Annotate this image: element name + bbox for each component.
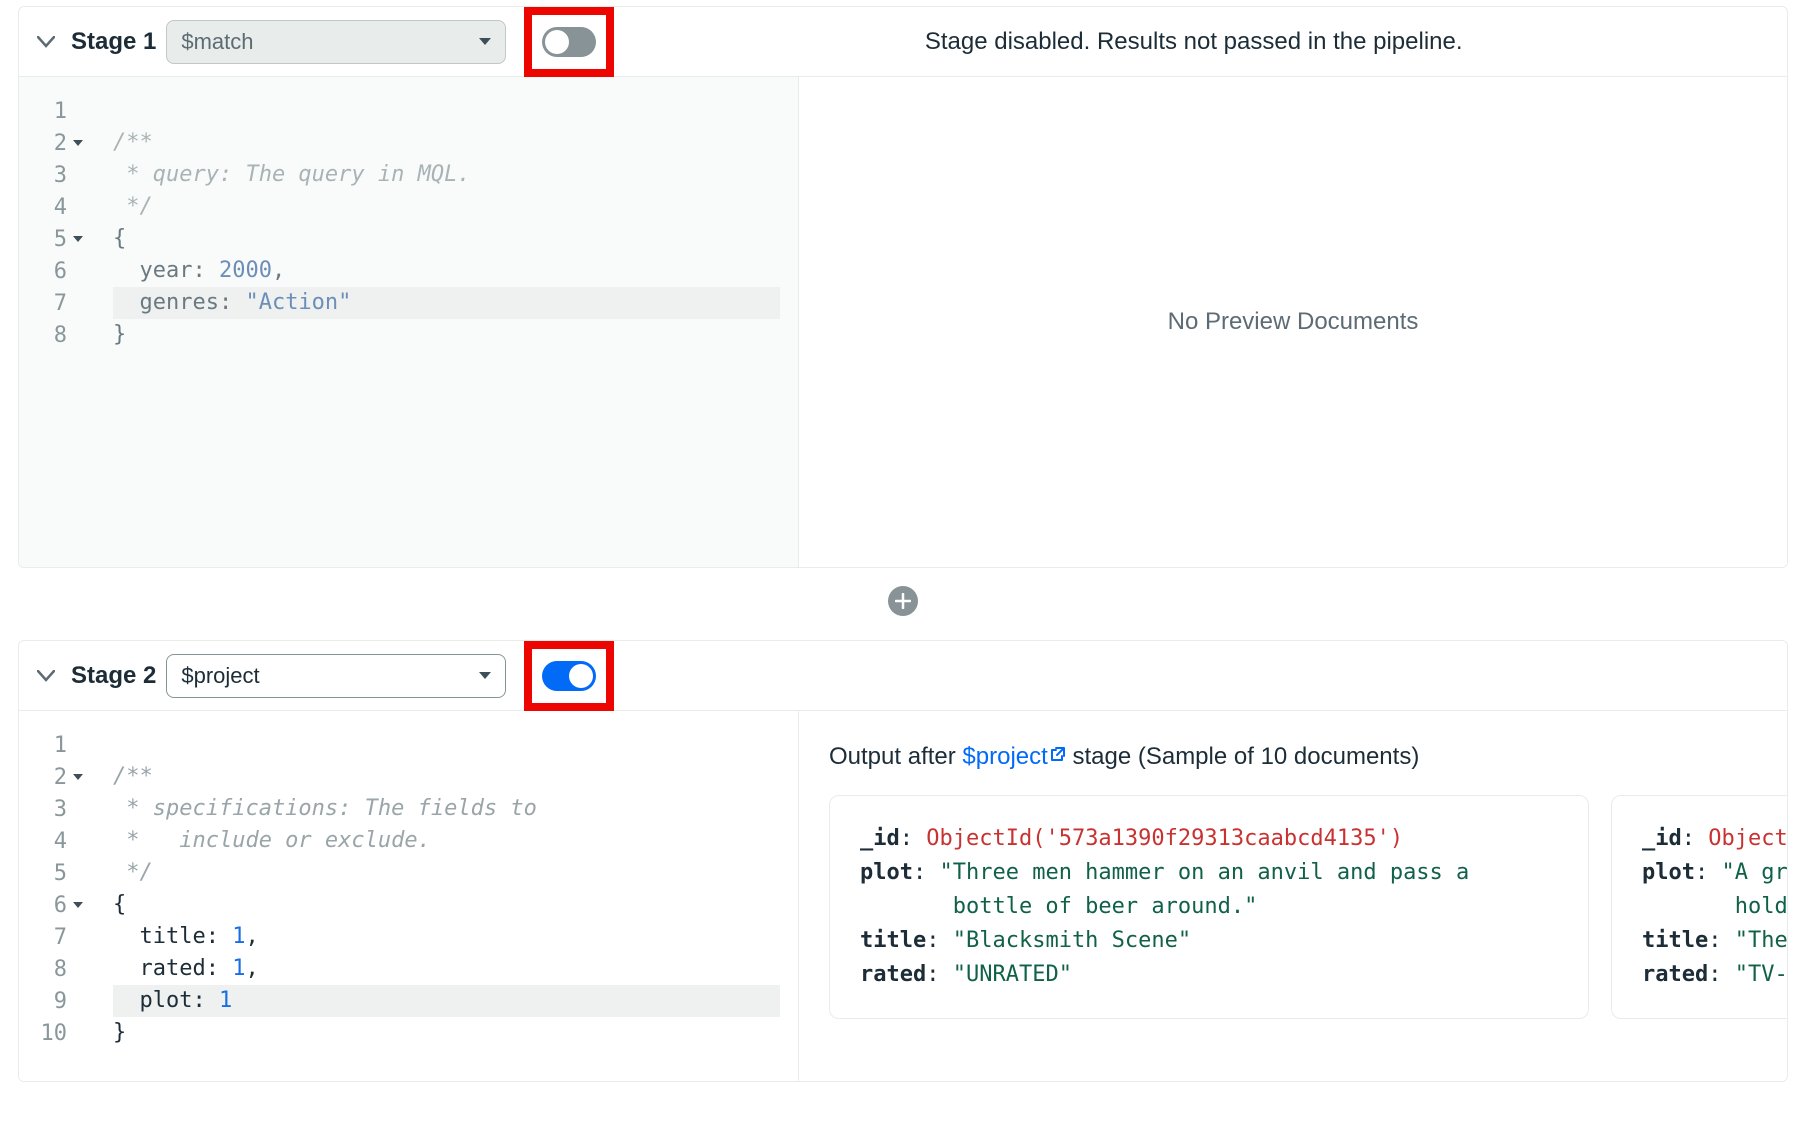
code-line: year: 2000,	[113, 255, 780, 287]
stage-1-operator-select[interactable]: $match	[166, 20, 506, 64]
code-line: * specifications: The fields to	[113, 793, 780, 825]
code-line: * include or exclude.	[113, 825, 780, 857]
line-number: 6	[19, 889, 89, 921]
stage-2-output: Output after $project stage (Sample of 1…	[799, 711, 1787, 1081]
toggle-knob	[569, 664, 593, 688]
line-number: 9	[19, 985, 89, 1017]
code-line: plot: 1	[113, 985, 780, 1017]
stage-2-gutter: 12345678910	[19, 711, 89, 1081]
code-line: {	[113, 223, 780, 255]
output-suffix: stage (Sample of 10 documents)	[1066, 743, 1420, 770]
caret-down-icon	[479, 38, 491, 45]
stage-2-operator-value: $project	[181, 663, 259, 689]
stage-1-toggle-highlight	[524, 7, 614, 77]
stage-2-label: Stage 2	[71, 662, 156, 690]
stage-2-card: Stage 2 $project 12345678910 /** * speci…	[18, 640, 1788, 1082]
code-line: }	[113, 1017, 780, 1049]
line-number: 7	[19, 287, 89, 319]
stage-1-gutter: 12345678	[19, 77, 89, 567]
no-preview-text: No Preview Documents	[1168, 308, 1419, 336]
line-number: 8	[19, 319, 89, 351]
document-row: _id: ObjectId('573a1390f29313caabcd4135'…	[829, 795, 1779, 1019]
code-line: */	[113, 857, 780, 889]
external-link-icon	[1050, 741, 1066, 769]
line-number: 3	[19, 159, 89, 191]
line-number: 3	[19, 793, 89, 825]
stage-1-editor[interactable]: 12345678 /** * query: The query in MQL. …	[19, 77, 799, 567]
line-number: 1	[19, 729, 89, 761]
output-prefix: Output after	[829, 743, 962, 770]
stage-2-operator-select[interactable]: $project	[166, 654, 506, 698]
output-operator-link[interactable]: $project	[962, 743, 1065, 770]
stage-2-editor[interactable]: 12345678910 /** * specifications: The fi…	[19, 711, 799, 1081]
chevron-down-icon[interactable]	[33, 29, 59, 55]
stage-2-header: Stage 2 $project	[19, 641, 1787, 711]
code-line: genres: "Action"	[113, 287, 780, 319]
stage-1-operator-value: $match	[181, 29, 253, 55]
chevron-down-icon[interactable]	[33, 663, 59, 689]
line-number: 2	[19, 761, 89, 793]
code-line: }	[113, 319, 780, 351]
code-line: */	[113, 191, 780, 223]
line-number: 7	[19, 921, 89, 953]
stage-2-code: /** * specifications: The fields to * in…	[89, 711, 798, 1067]
code-line: /**	[113, 127, 780, 159]
line-number: 8	[19, 953, 89, 985]
stage-2-enable-toggle[interactable]	[542, 661, 596, 691]
stage-1-preview-empty: No Preview Documents	[799, 77, 1787, 567]
code-line: title: 1,	[113, 921, 780, 953]
document-card[interactable]: _id: ObjectId('573a1390f29313caabcd4135'…	[829, 795, 1589, 1019]
code-line	[113, 95, 780, 127]
stage-1-header: Stage 1 $match Stage disabled. Results n…	[19, 7, 1787, 77]
stage-1-card: Stage 1 $match Stage disabled. Results n…	[18, 6, 1788, 568]
line-number: 4	[19, 825, 89, 857]
add-stage-button[interactable]	[888, 586, 918, 616]
stage-2-body: 12345678910 /** * specifications: The fi…	[19, 711, 1787, 1081]
toggle-knob	[545, 30, 569, 54]
code-line: {	[113, 889, 780, 921]
line-number: 1	[19, 95, 89, 127]
output-title: Output after $project stage (Sample of 1…	[829, 741, 1779, 771]
code-line: * query: The query in MQL.	[113, 159, 780, 191]
line-number: 5	[19, 223, 89, 255]
code-line: rated: 1,	[113, 953, 780, 985]
line-number: 6	[19, 255, 89, 287]
line-number: 2	[19, 127, 89, 159]
add-stage-row	[0, 568, 1806, 634]
code-line	[113, 729, 780, 761]
stage-1-enable-toggle[interactable]	[542, 27, 596, 57]
line-number: 10	[19, 1017, 89, 1049]
line-number: 5	[19, 857, 89, 889]
document-card[interactable]: _id: Object plot: "A gr hold- title: "Th…	[1611, 795, 1787, 1019]
stage-1-label: Stage 1	[71, 28, 156, 56]
line-number: 4	[19, 191, 89, 223]
code-line: /**	[113, 761, 780, 793]
stage-2-toggle-highlight	[524, 641, 614, 711]
stage-1-code: /** * query: The query in MQL. */{ year:…	[89, 77, 798, 369]
stage-1-body: 12345678 /** * query: The query in MQL. …	[19, 77, 1787, 567]
caret-down-icon	[479, 672, 491, 679]
stage-1-status-text: Stage disabled. Results not passed in th…	[614, 28, 1773, 56]
